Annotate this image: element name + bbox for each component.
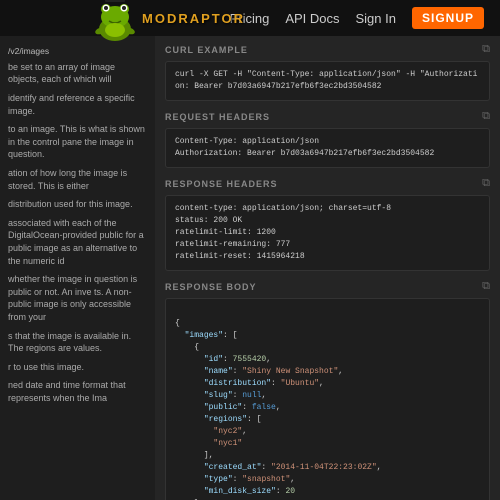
sidebar-desc2: identify and reference a specific image. bbox=[8, 92, 147, 117]
response-body-title: RESPONSE BODY bbox=[165, 282, 257, 292]
response-headers-title: RESPONSE HEADERS bbox=[165, 179, 278, 189]
api-docs-link[interactable]: API Docs bbox=[285, 11, 339, 26]
main-layout: /v2/images be set to an array of image o… bbox=[0, 36, 500, 500]
response-body-copy-icon[interactable]: ⧉ bbox=[482, 281, 490, 293]
response-headers-code: content-type: application/json; charset=… bbox=[165, 195, 490, 271]
response-body-code: { "images": [ { "id": 7555420, "name": "… bbox=[165, 298, 490, 500]
sidebar: /v2/images be set to an array of image o… bbox=[0, 36, 155, 500]
request-headers-header: REQUEST HEADERS ⧉ bbox=[165, 111, 490, 123]
request-headers-title: REQUEST HEADERS bbox=[165, 112, 270, 122]
curl-title: CURL EXAMPLE bbox=[165, 45, 248, 55]
signup-button[interactable]: SIGNUP bbox=[412, 7, 484, 29]
request-headers-code: Content-Type: application/json Authoriza… bbox=[165, 128, 490, 168]
response-headers-copy-icon[interactable]: ⧉ bbox=[482, 178, 490, 190]
sidebar-endpoint: /v2/images bbox=[8, 46, 147, 58]
sidebar-desc10: ned date and time format that represents… bbox=[8, 379, 147, 404]
signin-button[interactable]: Sign In bbox=[356, 11, 396, 26]
navbar: MODRAPTOR Pricing API Docs Sign In SIGNU… bbox=[0, 0, 500, 36]
curl-header: CURL EXAMPLE ⧉ bbox=[165, 44, 490, 56]
curl-code: curl -X GET -H "Content-Type: applicatio… bbox=[165, 61, 490, 101]
sidebar-desc3: to an image. This is what is shown in th… bbox=[8, 123, 147, 161]
curl-copy-icon[interactable]: ⧉ bbox=[482, 44, 490, 56]
logo-text: MODRAPTOR bbox=[142, 11, 245, 26]
sidebar-desc4: ation of how long the image is stored. T… bbox=[8, 167, 147, 192]
request-headers-copy-icon[interactable]: ⧉ bbox=[482, 111, 490, 123]
response-body-header: RESPONSE BODY ⧉ bbox=[165, 281, 490, 293]
sidebar-desc1: be set to an array of image objects, eac… bbox=[8, 61, 147, 86]
sidebar-desc8: s that the image is available in. The re… bbox=[8, 330, 147, 355]
logo-icon bbox=[90, 0, 140, 47]
sidebar-desc7: whether the image in question is public … bbox=[8, 273, 147, 323]
response-body-section: RESPONSE BODY ⧉ { "images": [ { "id": 75… bbox=[165, 281, 490, 500]
logo-area: MODRAPTOR bbox=[90, 0, 245, 36]
sidebar-desc6: associated with each of the DigitalOcean… bbox=[8, 217, 147, 267]
request-headers-section: REQUEST HEADERS ⧉ Content-Type: applicat… bbox=[165, 111, 490, 168]
response-headers-header: RESPONSE HEADERS ⧉ bbox=[165, 178, 490, 190]
content-area: CURL EXAMPLE ⧉ curl -X GET -H "Content-T… bbox=[155, 36, 500, 500]
curl-section: CURL EXAMPLE ⧉ curl -X GET -H "Content-T… bbox=[165, 44, 490, 101]
sidebar-desc9: r to use this image. bbox=[8, 361, 147, 374]
sidebar-desc5: distribution used for this image. bbox=[8, 198, 147, 211]
response-headers-section: RESPONSE HEADERS ⧉ content-type: applica… bbox=[165, 178, 490, 271]
